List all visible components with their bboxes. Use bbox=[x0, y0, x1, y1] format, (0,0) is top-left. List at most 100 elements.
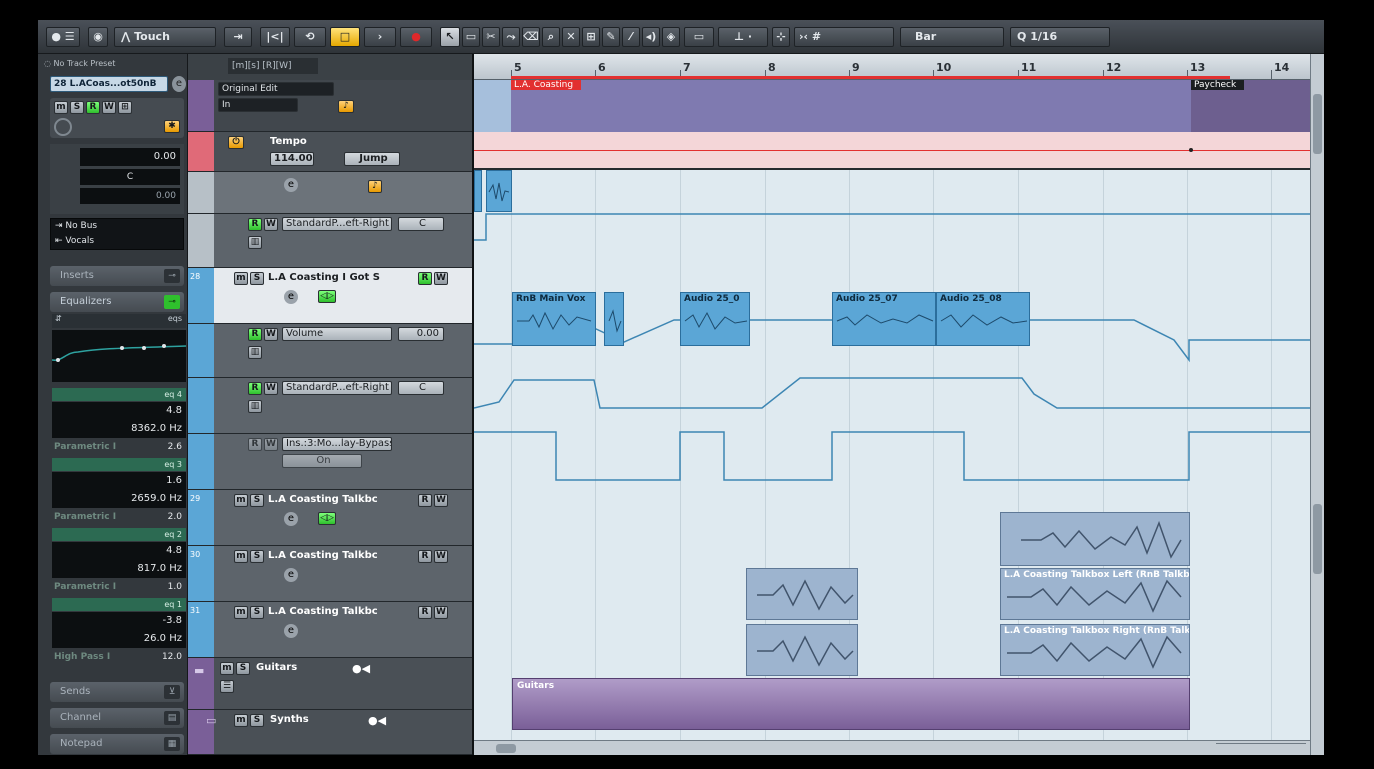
audio-clip-rnb-main-vox[interactable]: RnB Main Vox bbox=[512, 292, 596, 346]
grid-type-select[interactable]: ›‹ # bbox=[794, 27, 894, 47]
read-button[interactable]: R bbox=[248, 328, 262, 341]
audio-clip-talkbox-29[interactable] bbox=[1000, 512, 1190, 566]
show-lanes-icon[interactable]: ▥ bbox=[248, 236, 262, 249]
object-select-tool-icon[interactable]: ↖ bbox=[440, 27, 460, 47]
monitor-icon[interactable] bbox=[54, 118, 72, 136]
vertical-scrollbar[interactable] bbox=[1310, 54, 1324, 755]
audio-track-30[interactable]: 30 m S L.A Coasting Talkbc R W e bbox=[188, 546, 472, 602]
sends-section[interactable]: Sends ⊻ bbox=[50, 682, 184, 702]
tempo-point[interactable] bbox=[1189, 148, 1193, 152]
eq-reset-icon[interactable]: ⇵ bbox=[55, 314, 62, 323]
audio-track-28[interactable]: 28 m S L.A Coasting I Got S R W e ◁▷ bbox=[188, 268, 472, 324]
notepad-section[interactable]: Notepad ▦ bbox=[50, 734, 184, 754]
automation-mode-select[interactable]: ⋀ Touch bbox=[114, 27, 216, 47]
audio-track-29[interactable]: 29 m S L.A Coasting Talkbc R W e ◁▷ bbox=[188, 490, 472, 546]
solo-button[interactable]: S bbox=[250, 714, 264, 727]
eq-band-4-type[interactable]: Parametric I 2.6 bbox=[52, 440, 186, 454]
locator-range[interactable] bbox=[511, 76, 1230, 79]
eq-band-2-gain[interactable]: 4.8 bbox=[52, 542, 186, 560]
automation-row-bypass[interactable]: R W Ins.:3:Mo...lay-Bypass On bbox=[188, 434, 472, 490]
send-value[interactable]: 0.00 bbox=[80, 188, 180, 204]
notepad-icon[interactable]: ▦ bbox=[164, 737, 180, 751]
erase-tool-icon[interactable]: ⌫ bbox=[522, 27, 540, 47]
eq-band-3-type[interactable]: Parametric I 2.0 bbox=[52, 510, 186, 524]
audio-clip-short[interactable] bbox=[604, 292, 624, 346]
read-button[interactable]: R bbox=[418, 494, 432, 507]
timewarp-tool-icon[interactable]: ⊞ bbox=[582, 27, 600, 47]
partial-track-row[interactable]: e ♪ bbox=[188, 172, 472, 214]
track-name[interactable]: L.A Coasting Talkbc bbox=[268, 606, 378, 617]
output-routing[interactable]: ⇤ Vocals bbox=[55, 236, 94, 246]
constrain-delay-button[interactable]: ◉ bbox=[88, 27, 108, 47]
automation-param[interactable]: Ins.:3:Mo...lay-Bypass bbox=[282, 437, 392, 451]
input-routing[interactable]: ⇥ No Bus bbox=[55, 221, 97, 231]
read-button[interactable]: R bbox=[418, 272, 432, 285]
read-button[interactable]: R bbox=[418, 606, 432, 619]
play-tool-icon[interactable]: ◂) bbox=[642, 27, 660, 47]
inserts-section[interactable]: Inserts ⊸ bbox=[50, 266, 184, 286]
marker-sub-select[interactable]: In bbox=[218, 98, 298, 112]
audio-clip-talkbox-31-a[interactable] bbox=[746, 624, 858, 676]
write-button[interactable]: W bbox=[264, 218, 278, 231]
inserts-bypass-icon[interactable]: ⊸ bbox=[164, 269, 180, 283]
audio-clip-talkbox-left[interactable]: L.A Coasting Talkbox Left (RnB Talkb bbox=[1000, 568, 1190, 620]
horizontal-scroll-thumb[interactable] bbox=[496, 744, 516, 753]
automation-row-volume[interactable]: R W Volume 0.00 ▥ bbox=[188, 324, 472, 378]
solo-button[interactable]: S bbox=[250, 494, 264, 507]
marker-track[interactable]: Original Edit In ♪ bbox=[188, 80, 472, 132]
marker-region-coasting[interactable]: L.A. Coasting bbox=[511, 80, 1191, 132]
write-button[interactable]: W bbox=[434, 606, 448, 619]
write-button[interactable]: W bbox=[264, 438, 278, 451]
quantize-select[interactable]: Q 1/16 bbox=[1010, 27, 1110, 47]
vertical-scroll-thumb[interactable] bbox=[1313, 94, 1322, 154]
record-monitor-icons[interactable]: ●◀ bbox=[368, 714, 386, 727]
cycle-button[interactable]: ⟲ bbox=[294, 27, 326, 47]
go-to-start-button[interactable]: |<| bbox=[260, 27, 290, 47]
automation-row-pan[interactable]: R W StandardP...eft-Right C ▥ bbox=[188, 378, 472, 434]
read-button[interactable]: R bbox=[248, 218, 262, 231]
read-button[interactable]: R bbox=[248, 382, 262, 395]
eq-curve-display[interactable] bbox=[51, 330, 187, 382]
glue-tool-icon[interactable]: ⤳ bbox=[502, 27, 520, 47]
show-lanes-icon[interactable]: ▥ bbox=[248, 400, 262, 413]
monitor-button[interactable]: ◁▷ bbox=[318, 512, 336, 525]
activate-project-button[interactable]: ● ☰ bbox=[46, 27, 80, 47]
eq-bypass-icon[interactable]: ⊸ bbox=[164, 295, 180, 309]
mute-tool-icon[interactable]: ✕ bbox=[562, 27, 580, 47]
audio-clip-audio-25-07[interactable]: Audio 25_07 bbox=[832, 292, 936, 346]
line-tool-icon[interactable]: ⁄ bbox=[622, 27, 640, 47]
edit-icon[interactable]: e bbox=[284, 624, 298, 638]
eq-band-1-header[interactable]: eq 1 bbox=[52, 598, 186, 611]
tempo-mode-select[interactable]: Jump bbox=[344, 152, 400, 166]
automation-value[interactable]: C bbox=[398, 217, 444, 231]
mute-button[interactable]: m bbox=[54, 101, 68, 114]
audio-clip-talkbox-right[interactable]: L.A Coasting Talkbox Right (RnB Talkb bbox=[1000, 624, 1190, 676]
stop-button[interactable]: □ bbox=[330, 27, 360, 47]
ruler[interactable]: 5 6 7 8 9 10 11 12 13 14 bbox=[474, 54, 1310, 80]
read-button[interactable]: R bbox=[418, 550, 432, 563]
audio-clip-talkbox-30-a[interactable] bbox=[746, 568, 858, 620]
marker-lock-icon[interactable]: ♪ bbox=[338, 100, 354, 113]
nudge-palette[interactable]: ⊥ · bbox=[718, 27, 768, 47]
edit-icon[interactable]: e bbox=[284, 512, 298, 526]
audio-clip-audio-25-0[interactable]: Audio 25_0 bbox=[680, 292, 750, 346]
solo-button[interactable]: S bbox=[70, 101, 84, 114]
snap-type-select[interactable]: Bar bbox=[900, 27, 1004, 47]
automation-param[interactable]: StandardP...eft-Right bbox=[282, 381, 392, 395]
marker-lane[interactable]: L.A. Coasting Paycheck bbox=[474, 80, 1310, 132]
channel-icon[interactable]: ▤ bbox=[164, 711, 180, 725]
lanes-button[interactable]: ⊞ bbox=[118, 101, 132, 114]
track-name[interactable]: Guitars bbox=[256, 662, 297, 673]
eq-band-4-gain[interactable]: 4.8 bbox=[52, 402, 186, 420]
folder-track-synths[interactable]: ▭ m S Synths ●◀ bbox=[188, 710, 472, 755]
mute-button[interactable]: m bbox=[234, 550, 248, 563]
record-monitor-icons[interactable]: ●◀ bbox=[352, 662, 370, 675]
track-name[interactable]: L.A Coasting I Got S bbox=[268, 272, 380, 283]
automation-param[interactable]: StandardP...eft-Right bbox=[282, 217, 392, 231]
eq-band-2-header[interactable]: eq 2 bbox=[52, 528, 186, 541]
split-tool-icon[interactable]: ✂ bbox=[482, 27, 500, 47]
solo-button[interactable]: S bbox=[250, 272, 264, 285]
solo-button[interactable]: S bbox=[236, 662, 250, 675]
read-automation-button[interactable]: R bbox=[86, 101, 100, 114]
write-automation-button[interactable]: W bbox=[102, 101, 116, 114]
